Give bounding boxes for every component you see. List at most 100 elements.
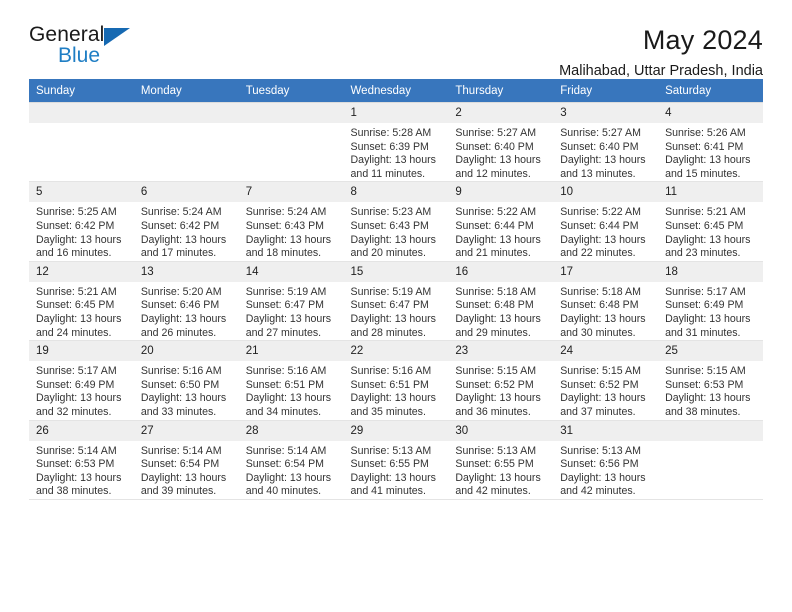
sunset-time: Sunset: 6:47 PM xyxy=(350,299,429,312)
day-number: 24 xyxy=(553,341,659,362)
calendar-week-row: 12 Sunrise: 5:21 AM Sunset: 6:45 PM Dayligh… xyxy=(29,260,763,342)
daylight-duration-line2: and 31 minutes. xyxy=(665,326,741,339)
day-details xyxy=(134,123,239,127)
sunrise-time: Sunrise: 5:15 AM xyxy=(560,365,641,378)
daylight-duration-line2: and 34 minutes. xyxy=(245,405,322,418)
calendar-day-cell[interactable]: 18 Sunrise: 5:17 AM Sunset: 6:49 PM Dayligh… xyxy=(658,260,763,342)
day-details: Sunrise: 5:21 AM Sunset: 6:45 PM Daylight:… xyxy=(29,282,134,340)
sunset-time: Sunset: 6:40 PM xyxy=(560,140,639,153)
sunrise-time: Sunrise: 5:24 AM xyxy=(140,206,222,219)
daylight-duration-line1: Daylight: 13 hours xyxy=(455,471,541,484)
calendar-day-cell[interactable]: 30 Sunrise: 5:13 AM Sunset: 6:55 PM Dayligh… xyxy=(448,419,554,500)
calendar-day-cell[interactable]: 26 Sunrise: 5:14 AM Sunset: 6:53 PM Dayligh… xyxy=(29,419,134,500)
sunset-time: Sunset: 6:54 PM xyxy=(245,458,325,471)
calendar-day-cell[interactable]: 28 Sunrise: 5:14 AM Sunset: 6:54 PM Dayligh… xyxy=(238,419,344,500)
sunset-time: Sunset: 6:44 PM xyxy=(455,219,534,232)
calendar-day-cell[interactable]: 31 Sunrise: 5:13 AM Sunset: 6:56 PM Dayligh… xyxy=(553,419,659,500)
daylight-duration-line2: and 18 minutes. xyxy=(245,247,322,260)
calendar-week-row: 19 Sunrise: 5:17 AM Sunset: 6:49 PM Dayligh… xyxy=(29,340,763,421)
calendar-day-cell[interactable]: 2 Sunrise: 5:27 AM Sunset: 6:40 PM Daylight… xyxy=(448,101,554,183)
sunrise-time: Sunrise: 5:16 AM xyxy=(245,365,327,378)
day-details: Sunrise: 5:14 AM Sunset: 6:54 PM Daylight:… xyxy=(134,441,239,499)
sunset-time: Sunset: 6:42 PM xyxy=(140,219,220,232)
day-details: Sunrise: 5:20 AM Sunset: 6:46 PM Daylight:… xyxy=(134,282,239,340)
day-details: Sunrise: 5:16 AM Sunset: 6:50 PM Daylight:… xyxy=(134,361,239,419)
sunrise-time: Sunrise: 5:17 AM xyxy=(36,365,117,378)
day-number: 17 xyxy=(553,261,659,282)
calendar-day-cell[interactable]: 16 Sunrise: 5:18 AM Sunset: 6:48 PM Dayligh… xyxy=(448,260,554,342)
general-blue-logo[interactable]: General Blue xyxy=(29,24,145,70)
calendar-day-cell[interactable]: 7 Sunrise: 5:24 AM Sunset: 6:43 PM Daylight… xyxy=(238,181,344,262)
calendar-header-row-group: Sunday Monday Tuesday Wednesday Thursday… xyxy=(29,79,763,103)
sunset-time: Sunset: 6:56 PM xyxy=(560,458,639,471)
calendar-day-cell[interactable]: 12 Sunrise: 5:21 AM Sunset: 6:45 PM Dayligh… xyxy=(29,260,134,342)
calendar-day-cell[interactable]: 8 Sunrise: 5:23 AM Sunset: 6:43 PM Daylight… xyxy=(343,181,449,262)
calendar-day-cell[interactable]: 25 Sunrise: 5:15 AM Sunset: 6:53 PM Dayligh… xyxy=(658,340,763,421)
calendar-day-cell[interactable]: 23 Sunrise: 5:15 AM Sunset: 6:52 PM Dayligh… xyxy=(448,340,554,421)
calendar-day-cell[interactable]: 24 Sunrise: 5:15 AM Sunset: 6:52 PM Dayligh… xyxy=(553,340,659,421)
calendar-day-cell[interactable]: 20 Sunrise: 5:16 AM Sunset: 6:50 PM Dayligh… xyxy=(133,340,239,421)
daylight-duration-line1: Daylight: 13 hours xyxy=(36,392,122,405)
daylight-duration-line1: Daylight: 13 hours xyxy=(455,392,541,405)
daylight-duration-line2: and 38 minutes. xyxy=(36,485,112,498)
calendar-day-cell[interactable]: 17 Sunrise: 5:18 AM Sunset: 6:48 PM Dayligh… xyxy=(553,260,659,342)
logo-text-general: General xyxy=(29,23,105,46)
day-number: 11 xyxy=(658,182,763,203)
day-details: Sunrise: 5:27 AM Sunset: 6:40 PM Daylight:… xyxy=(448,123,553,181)
sunrise-time: Sunrise: 5:25 AM xyxy=(36,206,117,219)
sunset-time: Sunset: 6:51 PM xyxy=(350,378,429,391)
daylight-duration-line1: Daylight: 13 hours xyxy=(560,471,646,484)
sunset-time: Sunset: 6:43 PM xyxy=(245,219,325,232)
calendar-day-cell[interactable]: 14 Sunrise: 5:19 AM Sunset: 6:47 PM Dayligh… xyxy=(238,260,344,342)
calendar-day-cell-empty xyxy=(658,419,763,500)
sunrise-time: Sunrise: 5:28 AM xyxy=(350,127,432,139)
sunrise-time: Sunrise: 5:27 AM xyxy=(560,127,641,139)
weekday-header-friday: Friday xyxy=(553,79,659,103)
calendar-day-cell[interactable]: 19 Sunrise: 5:17 AM Sunset: 6:49 PM Dayligh… xyxy=(29,340,134,421)
sunrise-time: Sunrise: 5:18 AM xyxy=(560,285,641,298)
day-number: 9 xyxy=(448,182,554,203)
day-details: Sunrise: 5:17 AM Sunset: 6:49 PM Daylight:… xyxy=(29,361,134,419)
day-details: Sunrise: 5:16 AM Sunset: 6:51 PM Daylight:… xyxy=(239,361,344,419)
daylight-duration-line2: and 42 minutes. xyxy=(560,485,636,498)
calendar-day-cell[interactable]: 11 Sunrise: 5:21 AM Sunset: 6:45 PM Dayligh… xyxy=(658,181,763,262)
calendar-week-row: 26 Sunrise: 5:14 AM Sunset: 6:53 PM Dayligh… xyxy=(29,419,763,500)
day-details: Sunrise: 5:19 AM Sunset: 6:47 PM Daylight:… xyxy=(344,282,449,340)
calendar-day-cell[interactable]: 27 Sunrise: 5:14 AM Sunset: 6:54 PM Dayligh… xyxy=(133,419,239,500)
daylight-duration-line2: and 38 minutes. xyxy=(665,405,741,418)
calendar-day-cell-empty xyxy=(29,101,134,183)
calendar-day-cell[interactable]: 4 Sunrise: 5:26 AM Sunset: 6:41 PM Daylight… xyxy=(658,101,763,183)
calendar-day-cell[interactable]: 6 Sunrise: 5:24 AM Sunset: 6:42 PM Daylight… xyxy=(133,181,239,262)
sunset-time: Sunset: 6:53 PM xyxy=(36,458,115,471)
daylight-duration-line1: Daylight: 13 hours xyxy=(560,154,646,167)
sunrise-time: Sunrise: 5:16 AM xyxy=(140,365,222,378)
day-details: Sunrise: 5:25 AM Sunset: 6:42 PM Daylight:… xyxy=(29,202,134,260)
sunrise-time: Sunrise: 5:19 AM xyxy=(350,285,432,298)
calendar-day-cell[interactable]: 21 Sunrise: 5:16 AM Sunset: 6:51 PM Dayligh… xyxy=(238,340,344,421)
calendar-day-cell[interactable]: 15 Sunrise: 5:19 AM Sunset: 6:47 PM Dayligh… xyxy=(343,260,449,342)
daylight-duration-line1: Daylight: 13 hours xyxy=(140,392,227,405)
day-number: 23 xyxy=(448,341,554,362)
calendar-day-cell[interactable]: 3 Sunrise: 5:27 AM Sunset: 6:40 PM Daylight… xyxy=(553,101,659,183)
calendar-day-cell[interactable]: 5 Sunrise: 5:25 AM Sunset: 6:42 PM Daylight… xyxy=(29,181,134,262)
sunrise-time: Sunrise: 5:23 AM xyxy=(350,206,432,219)
daylight-duration-line1: Daylight: 13 hours xyxy=(665,233,751,246)
calendar-day-cell[interactable]: 13 Sunrise: 5:20 AM Sunset: 6:46 PM Dayligh… xyxy=(133,260,239,342)
sunset-time: Sunset: 6:53 PM xyxy=(665,378,744,391)
sunset-time: Sunset: 6:51 PM xyxy=(245,378,325,391)
calendar-day-cell[interactable]: 29 Sunrise: 5:13 AM Sunset: 6:55 PM Dayligh… xyxy=(343,419,449,500)
calendar-day-cell[interactable]: 10 Sunrise: 5:22 AM Sunset: 6:44 PM Dayligh… xyxy=(553,181,659,262)
calendar-day-cell[interactable]: 22 Sunrise: 5:16 AM Sunset: 6:51 PM Dayligh… xyxy=(343,340,449,421)
day-number: 8 xyxy=(343,182,449,203)
daylight-duration-line2: and 22 minutes. xyxy=(560,247,636,260)
daylight-duration-line2: and 26 minutes. xyxy=(140,326,217,339)
day-number: 4 xyxy=(658,103,763,123)
calendar-day-cell[interactable]: 1 Sunrise: 5:28 AM Sunset: 6:39 PM Daylight… xyxy=(343,101,449,183)
daylight-duration-line1: Daylight: 13 hours xyxy=(560,392,646,405)
day-details: Sunrise: 5:24 AM Sunset: 6:43 PM Daylight:… xyxy=(239,202,344,260)
calendar-day-cell[interactable]: 9 Sunrise: 5:22 AM Sunset: 6:44 PM Daylight… xyxy=(448,181,554,262)
sunset-time: Sunset: 6:45 PM xyxy=(36,299,115,312)
day-number: 22 xyxy=(343,341,449,362)
day-number: 15 xyxy=(343,261,449,282)
sunset-time: Sunset: 6:52 PM xyxy=(560,378,639,391)
